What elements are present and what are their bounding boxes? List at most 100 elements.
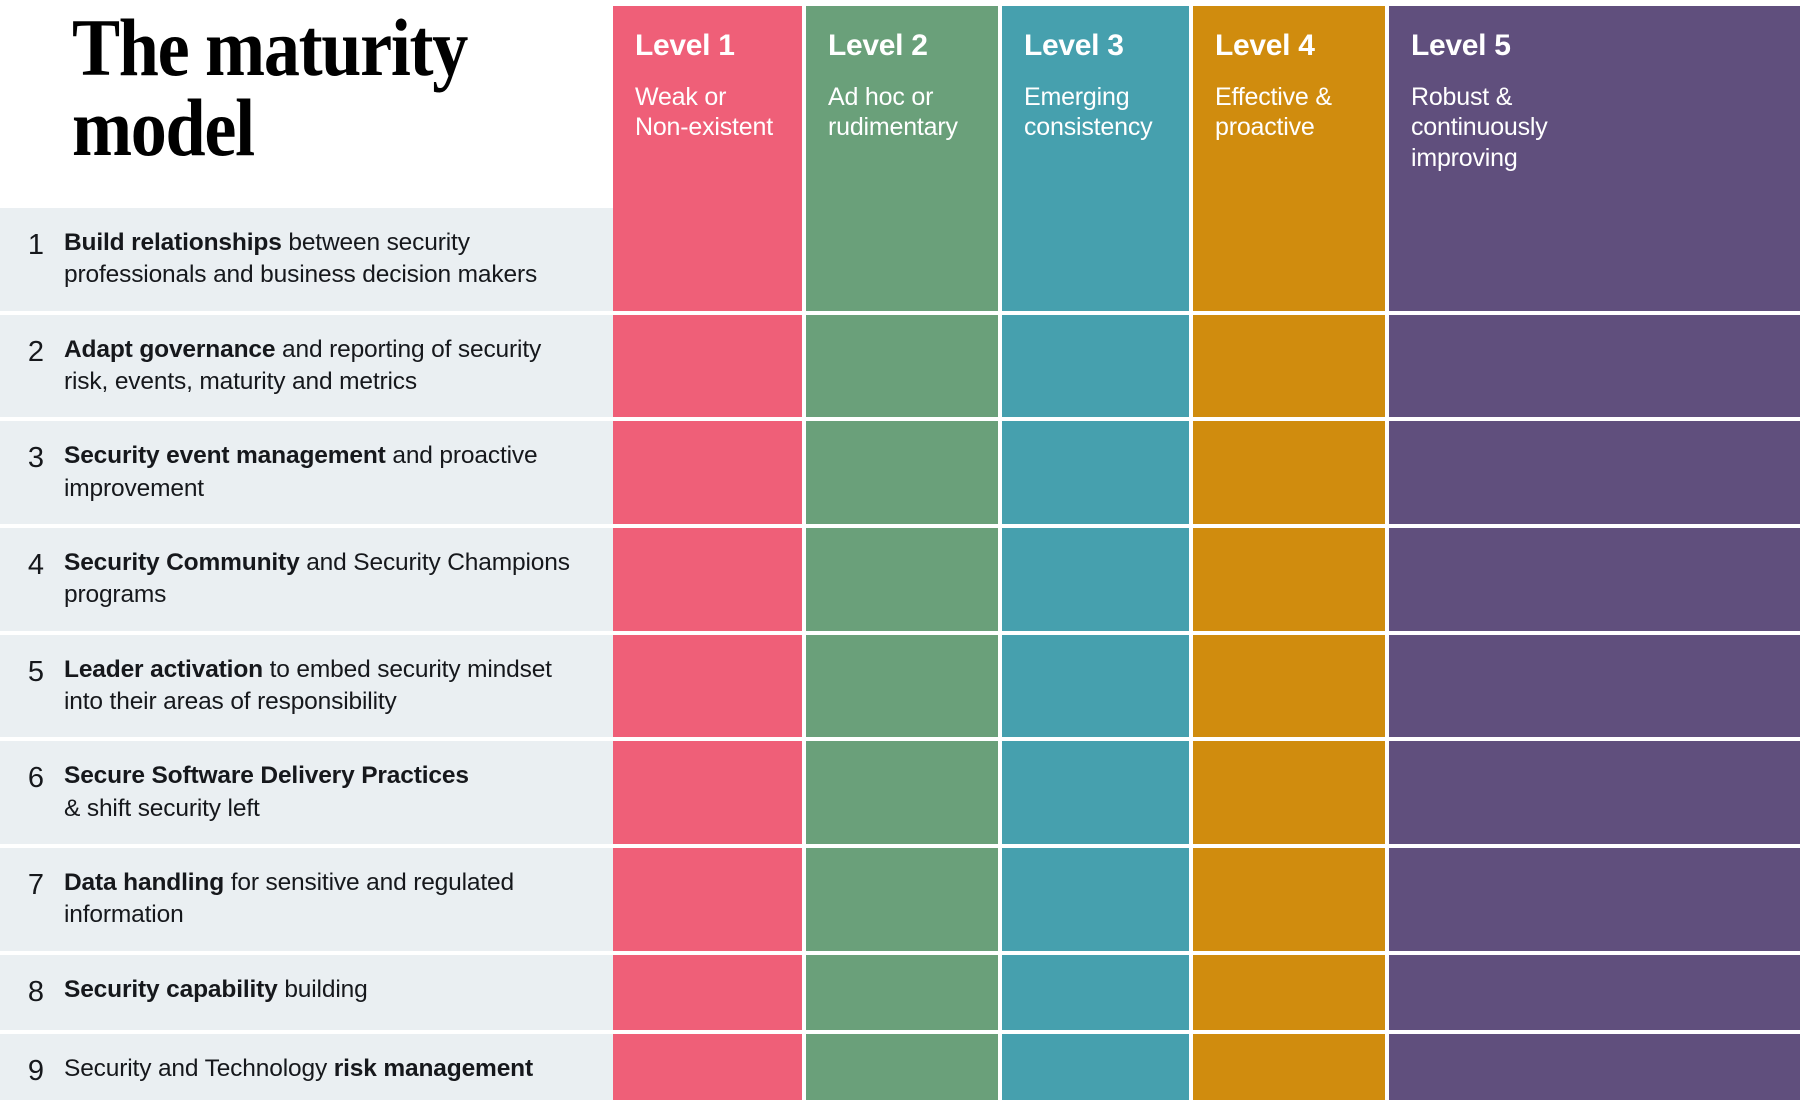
row-text-emphasis: Build relationships [64, 229, 282, 256]
level-cell-r3-c3[interactable] [1002, 421, 1193, 524]
row-number: 7 [27, 868, 44, 901]
row-label-cell: 3 Security event management and proactive… [0, 421, 613, 524]
table-row: 1 Build relationships between security pr… [0, 208, 1800, 315]
level-cell-r2-c2[interactable] [806, 314, 1002, 418]
level-description: Weak or Non-existent [635, 82, 773, 142]
maturity-rows: 1 Build relationships between security pr… [0, 208, 1800, 1100]
level-cell-r2-c1[interactable] [613, 314, 806, 418]
row-description: Security event management and proactive … [64, 440, 599, 505]
level-column-header-5: Level 5 Robust & continuously improving [1389, 6, 1800, 208]
level-cell-r7-c5[interactable] [1389, 847, 1800, 951]
row-number: 2 [27, 335, 44, 368]
level-cell-r1-c2[interactable] [806, 208, 1002, 311]
level-cells [613, 741, 1800, 844]
row-text-rest: & shift security left [64, 794, 260, 822]
level-cell-r5-c2[interactable] [806, 634, 1002, 738]
row-label-cell: 1 Build relationships between security pr… [0, 208, 613, 311]
level-column-header-4: Level 4 Effective & proactive [1193, 6, 1389, 208]
level-description: Robust & continuously improving [1411, 82, 1548, 172]
table-row: 7 Data handling for sensitive and regulat… [0, 847, 1800, 955]
level-cells [613, 1034, 1800, 1100]
table-row: 9 Security and Technology risk management [0, 1034, 1800, 1100]
level-cell-r8-c5[interactable] [1389, 954, 1800, 1031]
row-description: Data handling for sensitive and regulate… [64, 867, 599, 932]
row-label-cell: 5 Leader activation to embed security min… [0, 634, 613, 738]
title-area: The maturity model [0, 0, 613, 208]
level-cell-r9-c5[interactable] [1389, 1034, 1800, 1100]
level-cell-r3-c4[interactable] [1193, 421, 1389, 524]
level-cell-r7-c4[interactable] [1193, 847, 1389, 951]
level-cell-r3-c2[interactable] [806, 421, 1002, 524]
level-cell-r1-c4[interactable] [1193, 208, 1389, 311]
level-cell-r5-c4[interactable] [1193, 634, 1389, 738]
level-cell-r9-c4[interactable] [1193, 1034, 1389, 1100]
level-title: Level 2 [828, 29, 928, 62]
level-cell-r4-c3[interactable] [1002, 527, 1193, 631]
row-text-emphasis: Security capability [64, 975, 278, 1003]
level-header-band: Level 1 Weak or Non-existent Level 2 Ad hoc … [613, 6, 1800, 208]
level-cell-r5-c1[interactable] [613, 634, 806, 738]
level-cell-r4-c5[interactable] [1389, 527, 1800, 631]
level-cell-r1-c5[interactable] [1389, 208, 1800, 311]
level-cell-r6-c1[interactable] [613, 741, 806, 844]
table-row: 6 Secure Software Delivery Practices & shi… [0, 741, 1800, 848]
level-cell-r7-c1[interactable] [613, 847, 806, 951]
row-description: Security capability building [64, 974, 599, 1006]
level-description: Effective & proactive [1215, 82, 1332, 142]
title-line-1: The maturity [72, 2, 468, 93]
level-cell-r2-c5[interactable] [1389, 314, 1800, 418]
row-number: 3 [27, 442, 44, 475]
level-cell-r5-c5[interactable] [1389, 634, 1800, 738]
row-label-cell: 6 Secure Software Delivery Practices & shi… [0, 741, 613, 844]
row-description: Security and Technology risk management [64, 1053, 599, 1085]
level-cell-r1-c1[interactable] [613, 208, 806, 311]
level-cells [613, 208, 1800, 311]
level-cell-r2-c3[interactable] [1002, 314, 1193, 418]
level-cells [613, 527, 1800, 631]
level-cell-r4-c2[interactable] [806, 527, 1002, 631]
level-column-header-1: Level 1 Weak or Non-existent [613, 6, 806, 208]
row-description: Build relationships between security pro… [64, 227, 599, 292]
level-column-header-3: Level 3 Emerging consistency [1002, 6, 1193, 208]
level-cell-r9-c2[interactable] [806, 1034, 1002, 1100]
level-cell-r6-c4[interactable] [1193, 741, 1389, 844]
level-title: Level 3 [1024, 29, 1124, 62]
level-cell-r9-c1[interactable] [613, 1034, 806, 1100]
level-cell-r4-c4[interactable] [1193, 527, 1389, 631]
level-cell-r6-c5[interactable] [1389, 741, 1800, 844]
level-cell-r9-c3[interactable] [1002, 1034, 1193, 1100]
level-cell-r4-c1[interactable] [613, 527, 806, 631]
level-description: Ad hoc or rudimentary [828, 82, 958, 142]
table-row: 2 Adapt governance and reporting of secur… [0, 314, 1800, 422]
level-cell-r8-c1[interactable] [613, 954, 806, 1031]
maturity-model-diagram: The maturity model Level 1 Weak or Non-exi… [0, 0, 1800, 1100]
level-cells [613, 421, 1800, 524]
row-text-emphasis: Security event management [64, 442, 386, 470]
row-description: Leader activation to embed security mind… [64, 654, 599, 719]
level-cells [613, 847, 1800, 951]
level-title: Level 5 [1411, 29, 1511, 62]
row-number: 5 [27, 655, 44, 688]
level-cell-r2-c4[interactable] [1193, 314, 1389, 418]
table-row: 3 Security event management and proactive… [0, 421, 1800, 528]
level-cell-r8-c3[interactable] [1002, 954, 1193, 1031]
row-text-emphasis: risk management [333, 1055, 533, 1083]
level-cell-r7-c3[interactable] [1002, 847, 1193, 951]
level-cells [613, 314, 1800, 418]
row-description: Security Community and Security Champion… [64, 547, 599, 612]
level-cell-r8-c4[interactable] [1193, 954, 1389, 1031]
level-cell-r7-c2[interactable] [806, 847, 1002, 951]
level-cell-r1-c3[interactable] [1002, 208, 1193, 311]
row-label-cell: 2 Adapt governance and reporting of secur… [0, 314, 613, 418]
level-cells [613, 954, 1800, 1031]
level-cell-r8-c2[interactable] [806, 954, 1002, 1031]
level-cell-r3-c5[interactable] [1389, 421, 1800, 524]
level-title: Level 1 [635, 29, 735, 62]
level-cell-r6-c2[interactable] [806, 741, 1002, 844]
level-cell-r5-c3[interactable] [1002, 634, 1193, 738]
level-column-header-2: Level 2 Ad hoc or rudimentary [806, 6, 1002, 208]
level-cell-r6-c3[interactable] [1002, 741, 1193, 844]
row-label-cell: 4 Security Community and Security Champio… [0, 527, 613, 631]
level-cell-r3-c1[interactable] [613, 421, 806, 524]
page-title: The maturity model [72, 2, 538, 169]
